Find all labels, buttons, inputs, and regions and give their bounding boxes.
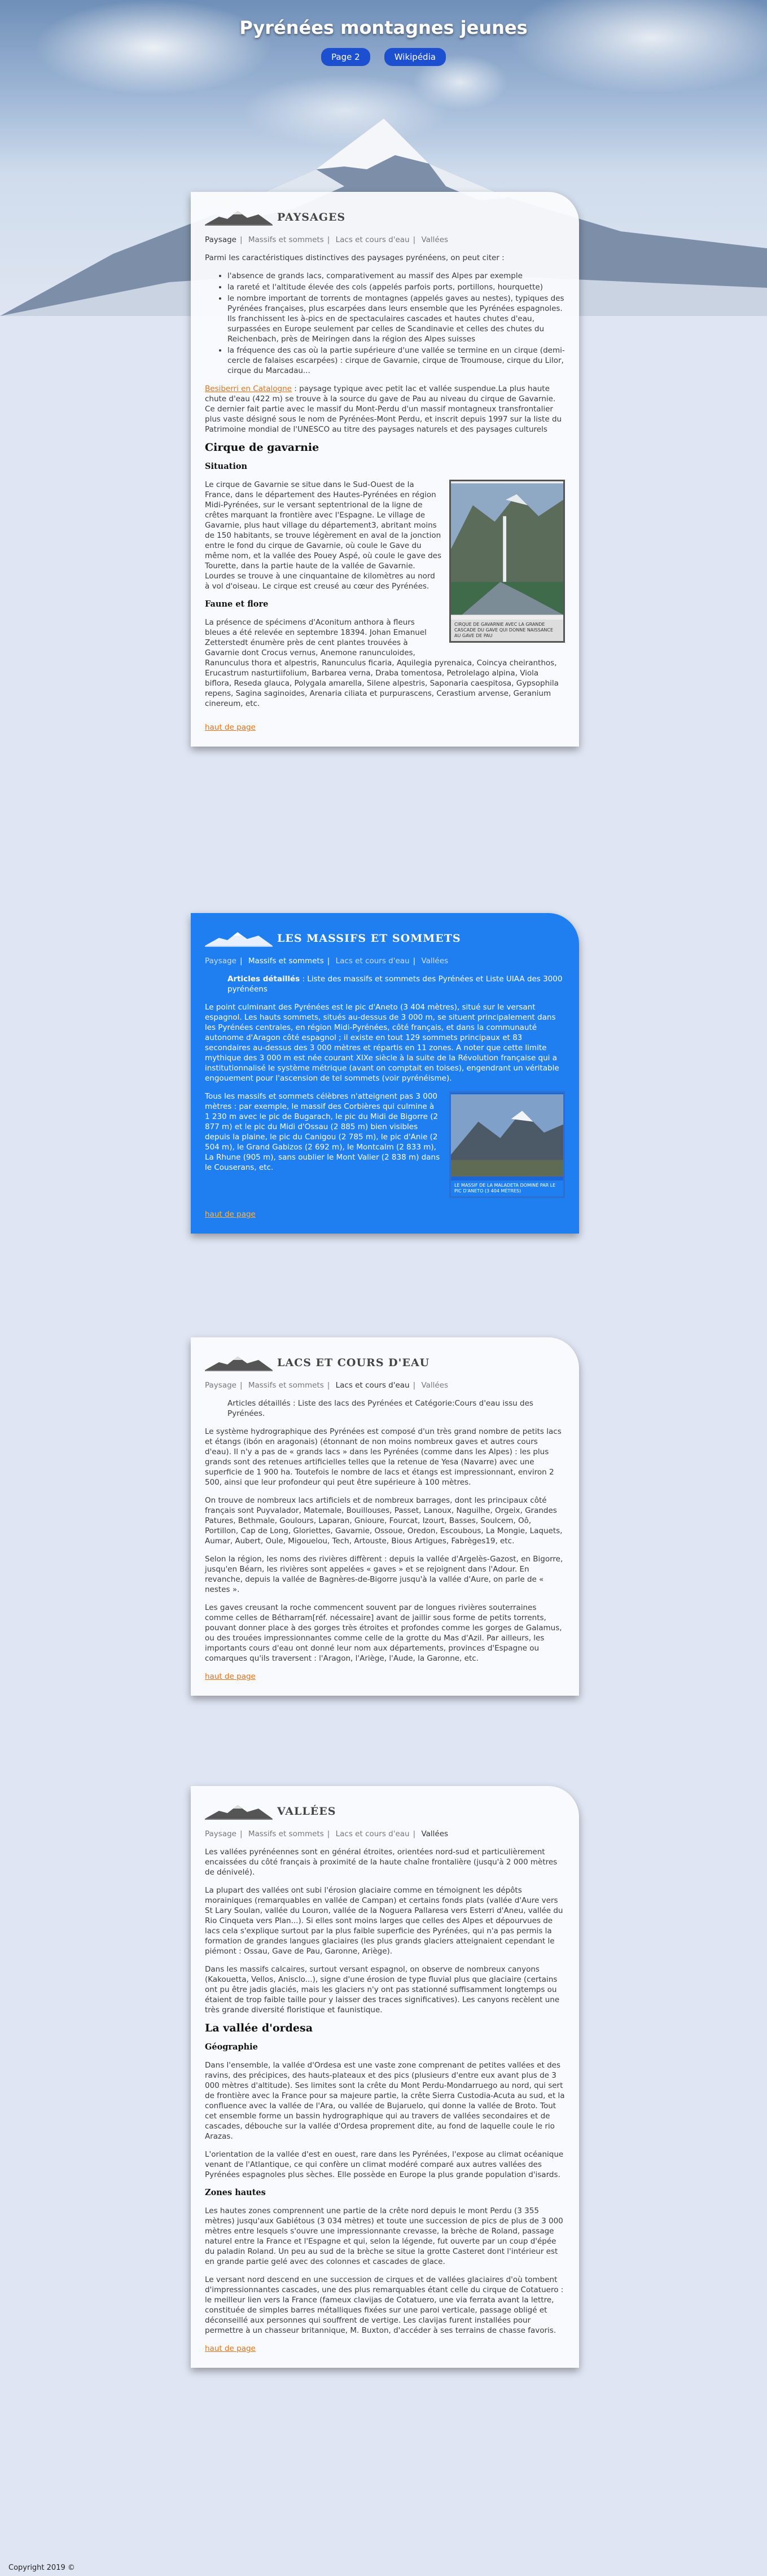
tab-paysage[interactable]: Paysage <box>205 1381 236 1390</box>
articles-note: Articles détaillés : Liste des lacs des … <box>227 1399 533 1418</box>
gavarnie-figure: Cirque de Gavarnie avec la grande cascad… <box>449 480 565 643</box>
list-item: le nombre important de torrents de monta… <box>227 293 565 344</box>
tab-massifs[interactable]: Massifs et sommets <box>248 1381 324 1390</box>
section-title: VALLÉES <box>277 1805 336 1818</box>
gavarnie-image <box>451 483 563 615</box>
zones-paragraph-1: Les hautes zones comprennent une partie … <box>205 2206 563 2266</box>
tab-lacs[interactable]: Lacs et cours d'eau <box>336 956 410 966</box>
section-tabs: Paysage | Massifs et sommets | Lacs et cou… <box>205 1381 449 1390</box>
articles-note: Articles détaillés : Liste des massifs e… <box>227 974 565 994</box>
tab-vallees[interactable]: Vallées <box>421 235 448 244</box>
gavarnie-heading: Cirque de gavarnie <box>205 441 319 454</box>
features-list: l'absence de grands lacs, comparativemen… <box>227 271 565 376</box>
figure-caption: Le massif de la Maladeta dominé par le p… <box>451 1181 563 1196</box>
situation-heading: Situation <box>205 462 248 471</box>
tab-paysage[interactable]: Paysage <box>205 956 236 966</box>
top-navigation: Page 2 Wikipédia <box>0 48 767 66</box>
lacs-paragraph-4: Les gaves creusant la roche commencent s… <box>205 1603 562 1663</box>
back-to-top-link[interactable]: haut de page <box>205 2344 565 2354</box>
mountain-logo-icon <box>205 211 273 226</box>
vallees-paragraph-2: La plupart des vallées ont subi l'érosio… <box>205 1886 563 1956</box>
tab-massifs[interactable]: Massifs et sommets <box>248 1829 324 1838</box>
lacs-paragraph-3: Selon la région, les noms des rivières d… <box>205 1555 563 1594</box>
figure-caption: Cirque de Gavarnie avec la grande cascad… <box>451 620 563 641</box>
geographie-paragraph-1: Dans l'ensemble, la vallée d'Ordesa est … <box>205 2061 565 2141</box>
section-title: LES MASSIFS ET SOMMETS <box>277 932 461 945</box>
zones-paragraph-2: Le versant nord descend en une successio… <box>205 2275 564 2335</box>
section-tabs: Paysage | Massifs et sommets | Lacs et cou… <box>205 956 449 966</box>
footer-copyright: Copyright 2019 © <box>8 2564 75 2572</box>
maladeta-image <box>451 1094 563 1177</box>
geographie-paragraph-2: L'orientation de la vallée d'est en oues… <box>205 2150 564 2179</box>
tab-massifs[interactable]: Massifs et sommets <box>248 956 324 966</box>
massifs-paragraph-1: Le point culminant des Pyrénées est le p… <box>205 1003 559 1083</box>
mountain-logo-icon <box>205 932 273 947</box>
tab-paysage[interactable]: Paysage <box>205 1829 236 1838</box>
tab-lacs[interactable]: Lacs et cours d'eau <box>336 1829 410 1838</box>
articles-label: Articles détaillés <box>227 975 300 984</box>
maladeta-figure: Le massif de la Maladeta dominé par le p… <box>449 1091 565 1198</box>
intro-text: Parmi les caractéristiques distinctives … <box>205 253 505 262</box>
list-item: l'absence de grands lacs, comparativemen… <box>227 271 565 281</box>
mountain-logo-icon <box>205 1805 273 1820</box>
ordesa-heading: La vallée d'ordesa <box>205 2022 313 2034</box>
tab-massifs[interactable]: Massifs et sommets <box>248 235 324 244</box>
tab-vallees[interactable]: Vallées <box>421 1829 448 1838</box>
geographie-heading: Géographie <box>205 2042 258 2052</box>
tab-vallees[interactable]: Vallées <box>421 1381 448 1390</box>
back-to-top-link[interactable]: haut de page <box>205 1671 565 1682</box>
mountain-logo-icon <box>205 1357 273 1371</box>
section-tabs: Paysage | Massifs et sommets | Lacs et cou… <box>205 235 449 244</box>
lacs-paragraph-2: On trouve de nombreux lacs artificiels e… <box>205 1496 563 1546</box>
tab-lacs[interactable]: Lacs et cours d'eau <box>336 235 410 244</box>
tab-lacs[interactable]: Lacs et cours d'eau <box>336 1381 410 1390</box>
list-item: la rareté et l'altitude élevée des cols … <box>227 282 565 292</box>
zones-heading: Zones hautes <box>205 2188 266 2197</box>
nav-wikipedia-button[interactable]: Wikipédia <box>384 48 446 66</box>
section-vallees: VALLÉES Paysage | Massifs et sommets | Lac… <box>191 1786 579 2368</box>
vallees-paragraph-3: Dans les massifs calcaires, surtout vers… <box>205 1965 560 2015</box>
section-tabs: Paysage | Massifs et sommets | Lacs et cou… <box>205 1829 449 1838</box>
tab-paysage[interactable]: Paysage <box>205 235 236 244</box>
section-lacs: LACS ET COURS D'EAU Paysage | Massifs et … <box>191 1337 579 1696</box>
section-title: LACS ET COURS D'EAU <box>277 1357 430 1369</box>
tab-vallees[interactable]: Vallées <box>421 956 448 966</box>
vallees-paragraph-1: Les vallées pyrénéennes sont en général … <box>205 1847 558 1877</box>
back-to-top-link[interactable]: haut de page <box>205 1209 565 1219</box>
section-massifs: LES MASSIFS ET SOMMETS Paysage | Massifs … <box>191 913 579 1234</box>
back-to-top-link[interactable]: haut de page <box>205 722 565 732</box>
besiberri-paragraph: Besiberri en Catalogne : paysage typique… <box>205 384 565 435</box>
site-title: Pyrénées montagnes jeunes <box>239 17 528 38</box>
list-item: la fréquence des cas où la partie supéri… <box>227 345 565 376</box>
lacs-paragraph-1: Le système hydrographique des Pyrénées e… <box>205 1427 562 1487</box>
section-paysages: PAYSAGES Paysage | Massifs et sommets | La… <box>191 192 579 747</box>
besiberri-link[interactable]: Besiberri en Catalogne <box>205 384 292 393</box>
section-title: PAYSAGES <box>277 211 346 223</box>
nav-page2-button[interactable]: Page 2 <box>321 48 370 66</box>
